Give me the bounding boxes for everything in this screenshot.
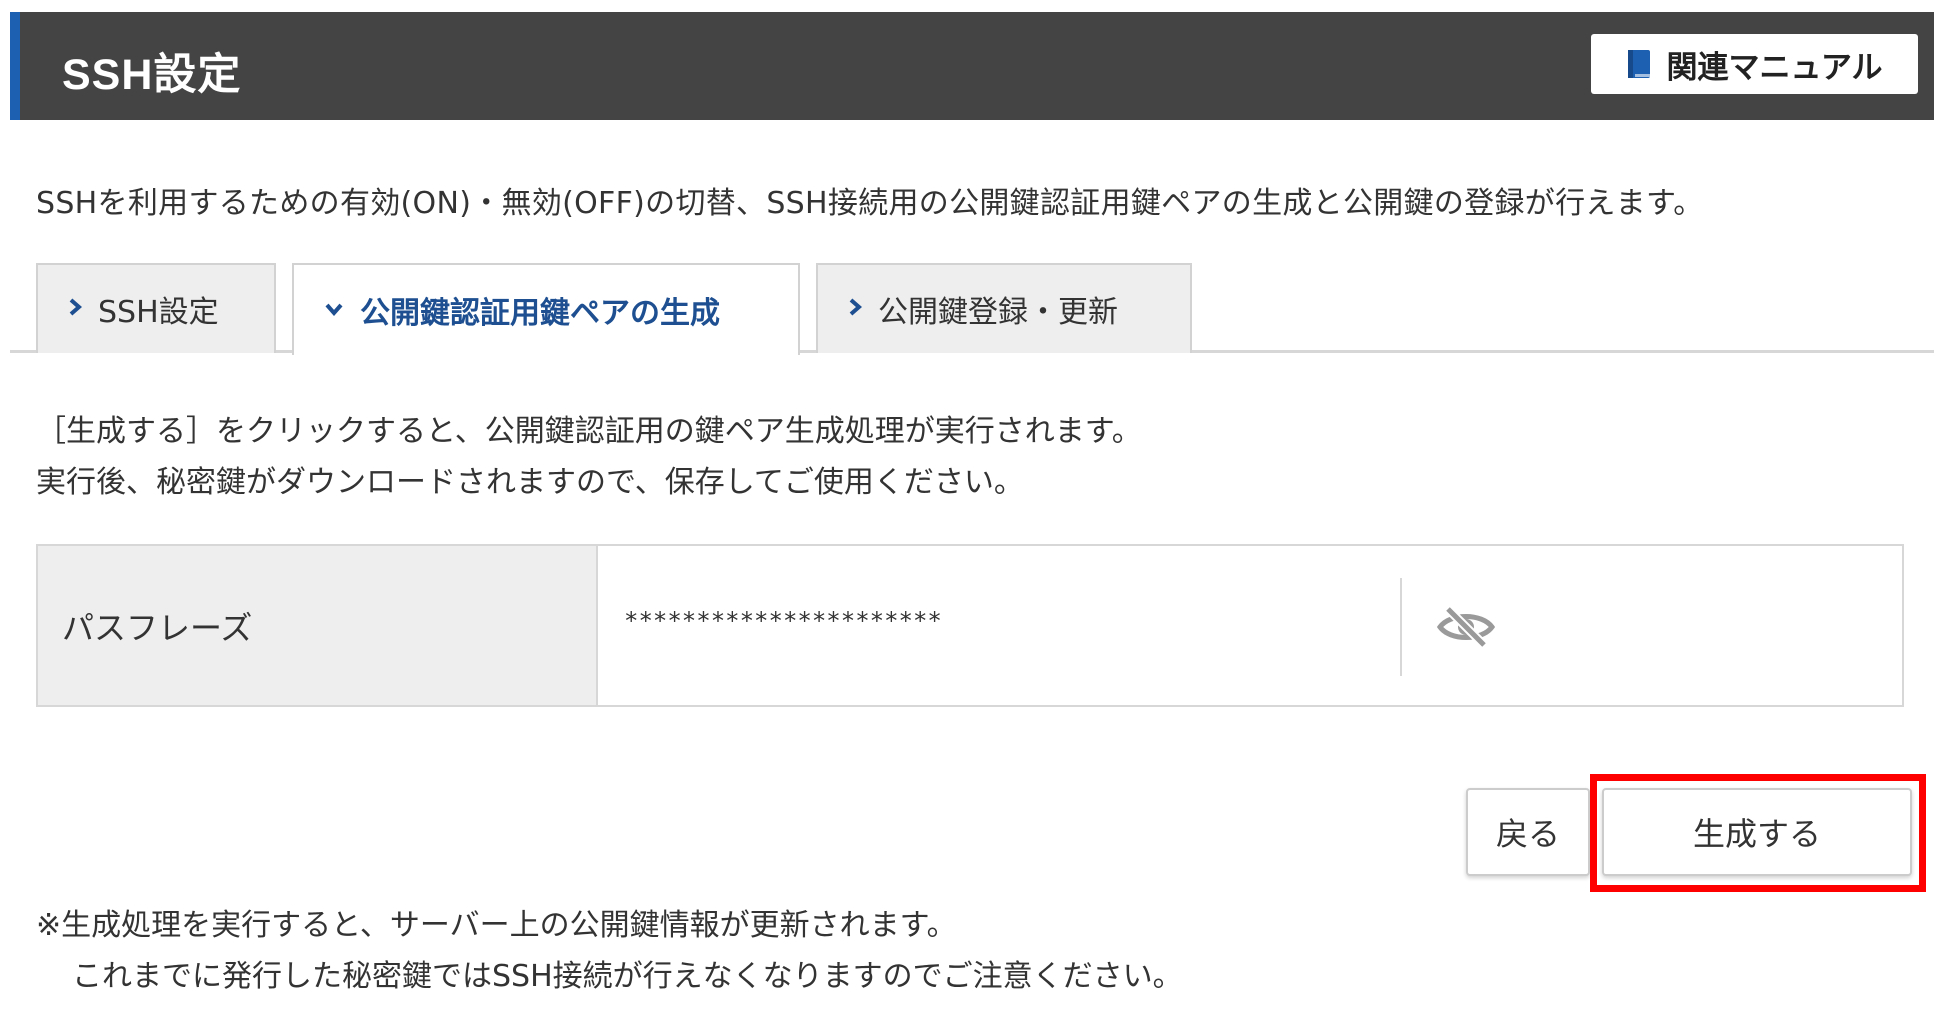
tab-keypair-generation[interactable]: 公開鍵認証用鍵ペアの生成	[292, 263, 800, 355]
instruction-line: ［生成する］をクリックすると、公開鍵認証用の鍵ペア生成処理が実行されます。	[36, 414, 1142, 449]
passphrase-form: パスフレーズ	[36, 544, 1904, 707]
related-manual-button[interactable]: 関連マニュアル	[1591, 34, 1918, 94]
page-description: SSHを利用するための有効(ON)・無効(OFF)の切替、SSH接続用の公開鍵認…	[36, 186, 1704, 221]
passphrase-input[interactable]	[624, 598, 1384, 644]
passphrase-label: パスフレーズ	[62, 608, 253, 647]
tab-ssh-settings-label: SSH設定	[98, 295, 219, 330]
passphrase-input-cell	[598, 546, 1902, 705]
book-icon	[1626, 48, 1652, 80]
chevron-down-icon	[324, 301, 344, 320]
page-title: SSH設定	[62, 51, 242, 99]
related-manual-label: 関連マニュアル	[1666, 49, 1883, 86]
tab-public-key-registration-label: 公開鍵登録・更新	[878, 295, 1118, 330]
passphrase-label-cell: パスフレーズ	[38, 546, 598, 705]
chevron-right-icon	[68, 297, 83, 321]
instructions: ［生成する］をクリックすると、公開鍵認証用の鍵ペア生成処理が実行されます。 実行…	[36, 406, 1142, 508]
note-line: ※生成処理を実行すると、サーバー上の公開鍵情報が更新されます。	[36, 908, 957, 943]
warning-note: ※生成処理を実行すると、サーバー上の公開鍵情報が更新されます。 これまでに発行し…	[36, 900, 1183, 1002]
tab-public-key-registration[interactable]: 公開鍵登録・更新	[816, 263, 1192, 353]
instruction-line: 実行後、秘密鍵がダウンロードされますので、保存してご使用ください。	[36, 465, 1024, 500]
input-divider	[1400, 578, 1402, 676]
tab-ssh-settings[interactable]: SSH設定	[36, 263, 276, 353]
back-button[interactable]: 戻る	[1466, 788, 1590, 876]
generate-button[interactable]: 生成する	[1602, 788, 1912, 876]
tab-keypair-generation-label: 公開鍵認証用鍵ペアの生成	[360, 296, 720, 331]
eye-slash-icon[interactable]	[1434, 602, 1498, 652]
note-line: これまでに発行した秘密鍵ではSSH接続が行えなくなりますのでご注意ください。	[72, 959, 1183, 994]
chevron-right-icon	[848, 297, 863, 321]
page-header: SSH設定 関連マニュアル	[10, 12, 1934, 120]
page: SSH設定 関連マニュアル SSHを利用するための有効(ON)・無効(OFF)の…	[0, 0, 1944, 1033]
